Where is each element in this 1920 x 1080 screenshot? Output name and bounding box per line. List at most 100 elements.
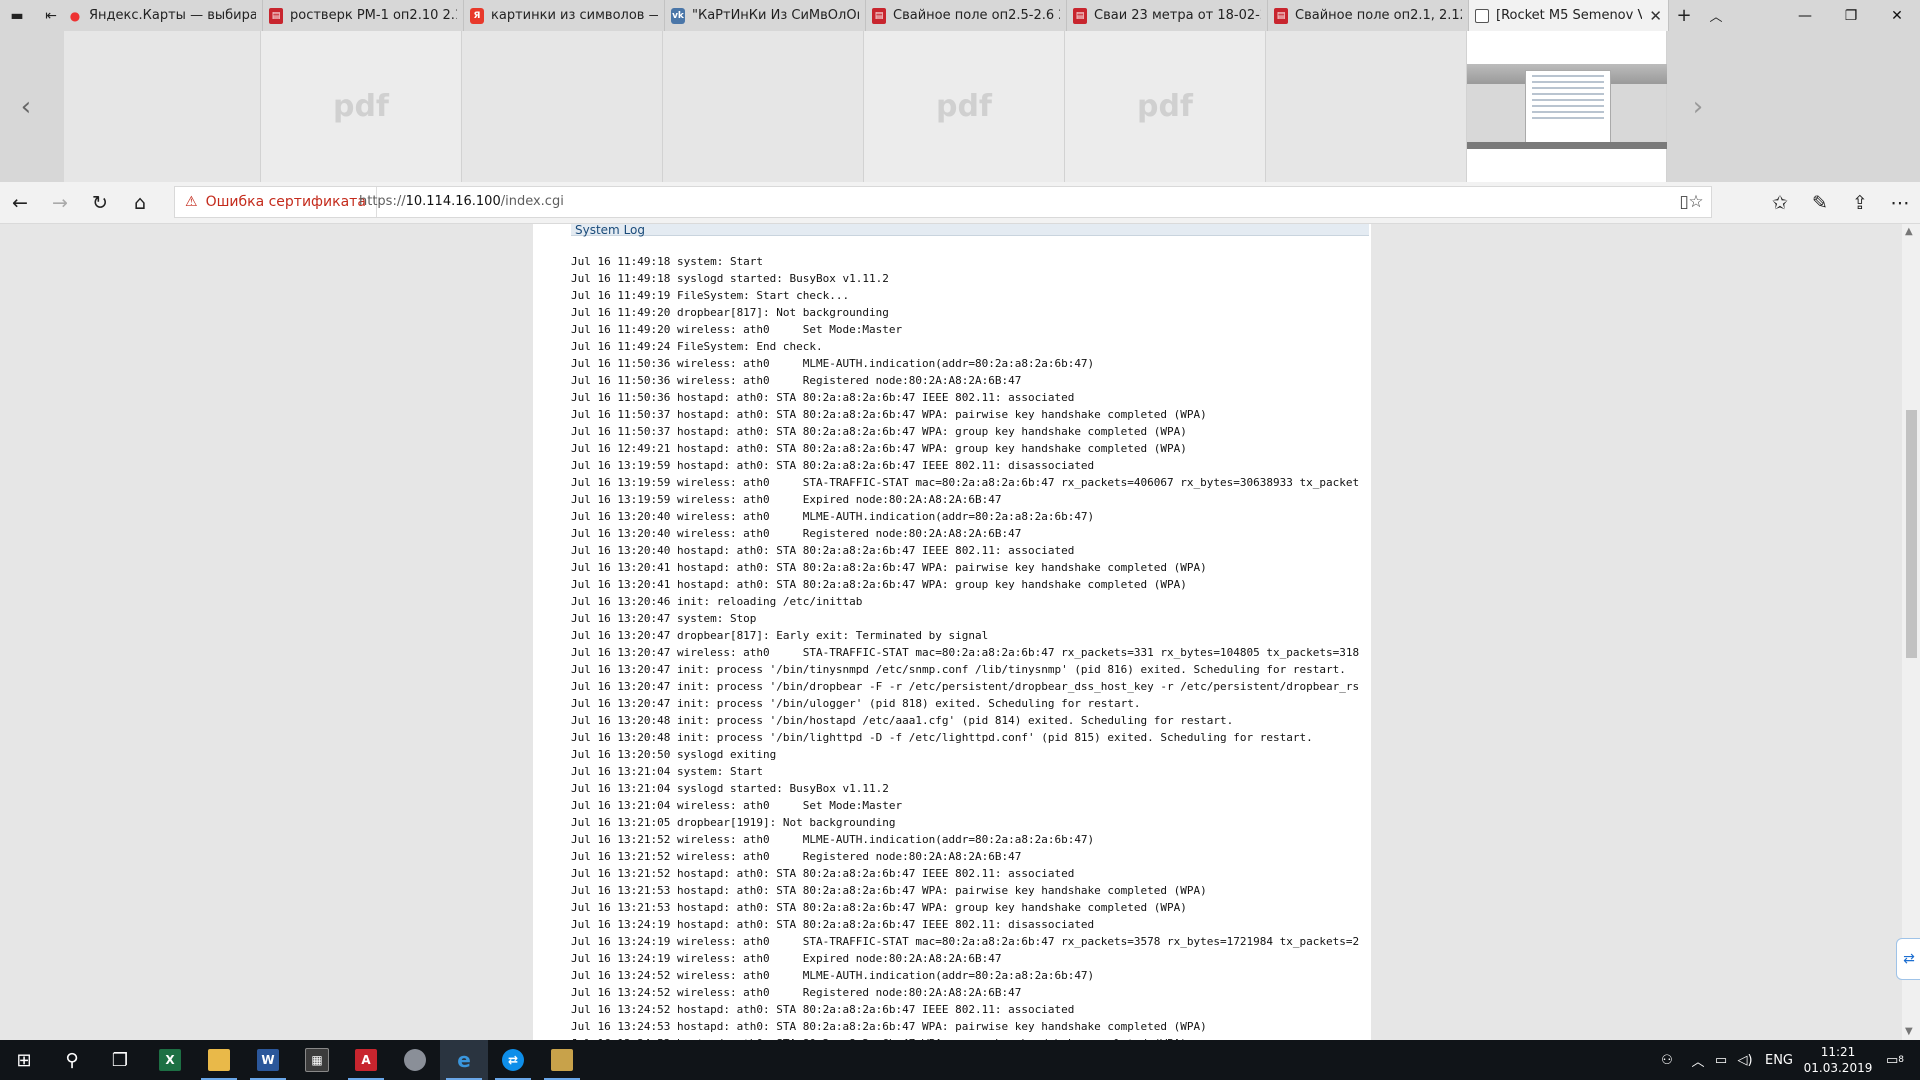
- log-line: Jul 16 13:21:04 system: Start: [571, 765, 764, 778]
- scrollbar-thumb[interactable]: [1906, 410, 1917, 658]
- log-line: Jul 16 13:21:53 hostapd: ath0: STA 80:2a…: [571, 901, 1187, 914]
- back-icon[interactable]: ←: [0, 182, 40, 223]
- log-line: Jul 16 13:19:59 hostapd: ath0: STA 80:2a…: [571, 459, 1095, 472]
- tab[interactable]: ▤ Свайное поле оп2.1, 2.12 с: [1268, 0, 1469, 31]
- start-icon[interactable]: ⊞: [0, 1040, 48, 1080]
- word-icon[interactable]: W: [244, 1040, 292, 1080]
- restore-icon[interactable]: ❐: [1828, 0, 1874, 31]
- tab-title: Свайное поле оп2.5-2.6 2.8: [893, 8, 1060, 23]
- url-prefix: https://: [359, 194, 406, 209]
- forward-icon[interactable]: →: [40, 182, 80, 223]
- log-line: Jul 16 13:20:41 hostapd: ath0: STA 80:2a…: [571, 561, 1207, 574]
- vertical-scrollbar[interactable]: ▲ ▼: [1902, 224, 1920, 1040]
- file-explorer-icon[interactable]: [195, 1040, 243, 1080]
- pdf-placeholder: pdf: [332, 89, 389, 124]
- log-line: Jul 16 13:24:52 wireless: ath0 MLME-AUTH…: [571, 969, 1095, 982]
- archive-icon[interactable]: [538, 1040, 586, 1080]
- close-tab-icon[interactable]: ✕: [1649, 7, 1662, 25]
- log-line: Jul 16 13:19:59 wireless: ath0 Expired n…: [571, 493, 1002, 506]
- log-line: Jul 16 11:49:20 wireless: ath0 Set Mode:…: [571, 323, 903, 336]
- pdf-icon: ▤: [1073, 7, 1087, 24]
- close-window-icon[interactable]: ✕: [1874, 0, 1920, 31]
- tab-previews: ‹ pdf pdf pdf ›: [0, 31, 1920, 182]
- pdf-reader-icon[interactable]: A: [342, 1040, 390, 1080]
- favorites-hub-icon[interactable]: ✩: [1760, 182, 1800, 223]
- tab-preview[interactable]: [663, 31, 864, 182]
- log-line: Jul 16 13:24:19 wireless: ath0 STA-TRAFF…: [571, 935, 1360, 948]
- log-line: Jul 16 11:50:36 wireless: ath0 MLME-AUTH…: [571, 357, 1095, 370]
- teamviewer-icon[interactable]: ⇄: [489, 1040, 537, 1080]
- minimize-icon[interactable]: —: [1782, 0, 1828, 31]
- map-pin-icon: ●: [69, 8, 81, 23]
- tab-preview[interactable]: [1266, 31, 1467, 182]
- search-icon[interactable]: ⚲: [48, 1040, 96, 1080]
- favorite-star-icon[interactable]: ☆: [1681, 187, 1711, 217]
- tab-title: Сваи 23 метра от 18-02-20: [1094, 8, 1261, 23]
- log-line: Jul 16 13:20:48 init: process '/bin/ligh…: [571, 731, 1313, 744]
- tab-preview[interactable]: pdf: [864, 31, 1065, 182]
- tab[interactable]: ▤ Сваи 23 метра от 18-02-20: [1067, 0, 1268, 31]
- log-line: Jul 16 13:20:48 init: process '/bin/host…: [571, 714, 1234, 727]
- new-tab-icon[interactable]: +: [1668, 0, 1700, 31]
- log-line: Jul 16 13:24:19 hostapd: ath0: STA 80:2a…: [571, 918, 1095, 931]
- tab[interactable]: ▤ ростверк РМ-1 оп2.10 2.11: [263, 0, 464, 31]
- tab[interactable]: ▤ Свайное поле оп2.5-2.6 2.8: [866, 0, 1067, 31]
- warning-icon: ⚠: [185, 194, 198, 210]
- log-line: Jul 16 13:21:04 wireless: ath0 Set Mode:…: [571, 799, 903, 812]
- web-note-icon[interactable]: ✎: [1800, 182, 1840, 223]
- tab[interactable]: Якартинки из символов — Я: [464, 0, 665, 31]
- tab-preview[interactable]: [64, 31, 261, 182]
- action-center-icon[interactable]: ▭ 8: [1874, 1040, 1916, 1080]
- excel-icon[interactable]: X: [146, 1040, 194, 1080]
- pdf-placeholder: pdf: [935, 89, 992, 124]
- network-icon[interactable]: ▭: [1710, 1040, 1732, 1080]
- log-line: Jul 16 13:21:52 hostapd: ath0: STA 80:2a…: [571, 867, 1075, 880]
- tab[interactable]: ● Яндекс.Карты — выбирайт: [62, 0, 263, 31]
- home-icon[interactable]: ⌂: [120, 182, 160, 223]
- refresh-icon[interactable]: ↻: [80, 182, 120, 223]
- previews-prev-icon[interactable]: ‹: [0, 31, 52, 182]
- certificate-error-label: Ошибка сертификата: [205, 194, 366, 210]
- log-line: Jul 16 13:21:52 wireless: ath0 MLME-AUTH…: [571, 833, 1095, 846]
- url-text[interactable]: https://10.114.16.100/index.cgi: [359, 187, 564, 217]
- certificate-error[interactable]: ⚠ Ошибка сертификата: [175, 187, 377, 217]
- tab-preview[interactable]: pdf: [1065, 31, 1266, 182]
- scroll-up-icon[interactable]: ▲: [1905, 226, 1913, 237]
- edge-icon[interactable]: e: [440, 1040, 488, 1080]
- people-icon[interactable]: ⚇: [1652, 1040, 1682, 1080]
- log-line: Jul 16 11:49:18 syslogd started: BusyBox…: [571, 272, 889, 285]
- taskbar: ⊞ ⚲ ❐ X W ▦ A e ⇄ ⚇ ︿ ▭ ◁) ENG 11:21 01.…: [0, 1040, 1920, 1080]
- tab-list-icon[interactable]: ▬: [0, 0, 34, 31]
- log-line: Jul 16 13:20:40 hostapd: ath0: STA 80:2a…: [571, 544, 1075, 557]
- log-line: Jul 16 13:20:40 wireless: ath0 MLME-AUTH…: [571, 510, 1095, 523]
- url-host: 10.114.16.100: [405, 194, 501, 209]
- task-view-icon[interactable]: ❐: [96, 1040, 144, 1080]
- more-menu-icon[interactable]: ⋯: [1880, 182, 1920, 223]
- volume-icon[interactable]: ◁): [1734, 1040, 1756, 1080]
- address-bar[interactable]: ⚠ Ошибка сертификата https://10.114.16.1…: [174, 186, 1712, 218]
- tab-active[interactable]: [Rocket M5 Semenov Vo ✕: [1469, 0, 1669, 31]
- log-line: Jul 16 13:20:47 init: process '/bin/drop…: [571, 680, 1360, 693]
- previews-next-icon[interactable]: ›: [1672, 31, 1724, 182]
- navigation-bar: ← → ↻ ⌂ ⚠ Ошибка сертификата https://10.…: [0, 182, 1920, 224]
- url-path: /index.cgi: [500, 194, 564, 209]
- pdf-icon: ▤: [872, 7, 886, 24]
- show-hidden-icons[interactable]: ︿: [1688, 1040, 1708, 1080]
- tab-preview[interactable]: [462, 31, 663, 182]
- scroll-down-icon[interactable]: ▼: [1905, 1026, 1913, 1037]
- log-line: Jul 16 13:21:04 syslogd started: BusyBox…: [571, 782, 889, 795]
- clock[interactable]: 11:21 01.03.2019: [1802, 1040, 1874, 1080]
- tab[interactable]: vk "КаРтИнКи Из СиМвОлОв": [665, 0, 866, 31]
- hide-previews-icon[interactable]: ︿: [1700, 0, 1732, 31]
- tab-preview-active[interactable]: [1467, 31, 1667, 182]
- tab-title: [Rocket M5 Semenov Vo: [1496, 8, 1643, 23]
- share-icon[interactable]: ⇪: [1840, 182, 1880, 223]
- log-line: Jul 16 13:19:59 wireless: ath0 STA-TRAFF…: [571, 476, 1360, 489]
- teamviewer-side-icon[interactable]: ⇄: [1896, 938, 1920, 980]
- calculator-icon[interactable]: ▦: [293, 1040, 341, 1080]
- log-line: Jul 16 13:21:05 dropbear[1919]: Not back…: [571, 816, 896, 829]
- log-line: Jul 16 11:49:24 FileSystem: End check.: [571, 340, 823, 353]
- app-icon[interactable]: [391, 1040, 439, 1080]
- language-indicator[interactable]: ENG: [1760, 1040, 1798, 1080]
- tab-preview[interactable]: pdf: [261, 31, 462, 182]
